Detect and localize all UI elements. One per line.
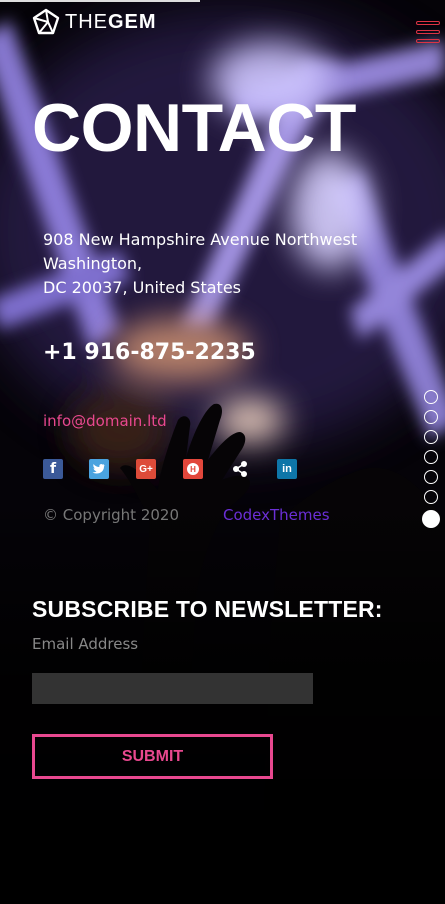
email-address-input[interactable] bbox=[32, 673, 313, 704]
hangouts-icon[interactable]: H bbox=[183, 459, 203, 479]
twitter-icon[interactable] bbox=[89, 459, 109, 479]
google-plus-icon[interactable]: G+ bbox=[136, 459, 156, 479]
page: THEGEM CONTACT 908 New Hampshire Avenue … bbox=[0, 0, 445, 904]
hamburger-menu-icon[interactable] bbox=[416, 21, 442, 51]
facebook-icon[interactable]: f bbox=[43, 459, 63, 479]
logo-text: THEGEM bbox=[65, 11, 157, 34]
newsletter-title: SUBSCRIBE TO NEWSLETTER: bbox=[32, 596, 383, 622]
copyright-text: © Copyright 2020 bbox=[43, 506, 180, 524]
address-line: DC 20037, United States bbox=[43, 278, 241, 297]
logo-text-prefix: THE bbox=[65, 10, 108, 33]
page-dot[interactable] bbox=[424, 430, 438, 444]
top-accent-line bbox=[0, 0, 200, 2]
page-dot[interactable] bbox=[424, 490, 438, 504]
page-dot[interactable] bbox=[424, 450, 438, 464]
twitter-bird-icon bbox=[92, 464, 105, 474]
logo-text-bold: GEM bbox=[108, 10, 157, 33]
email-address-label: Email Address bbox=[32, 635, 139, 653]
page-title: CONTACT bbox=[32, 90, 356, 166]
menu-bar bbox=[416, 30, 440, 34]
share-glyph-icon bbox=[233, 461, 247, 477]
address-line: Washington, bbox=[43, 254, 143, 273]
credit-link[interactable]: CodexThemes bbox=[223, 506, 330, 524]
page-dot[interactable] bbox=[424, 470, 438, 484]
gem-logo-icon bbox=[32, 8, 60, 35]
submit-button[interactable]: SUBMIT bbox=[32, 734, 273, 779]
menu-bar bbox=[416, 21, 440, 25]
linkedin-icon[interactable]: in bbox=[277, 459, 297, 479]
page-dots bbox=[422, 390, 440, 534]
phone-number[interactable]: +1 916-875-2235 bbox=[43, 340, 256, 365]
hangouts-glyph: H bbox=[187, 463, 199, 475]
page-dot[interactable] bbox=[424, 390, 438, 404]
address-line: 908 New Hampshire Avenue Northwest bbox=[43, 230, 358, 249]
menu-bar bbox=[416, 39, 440, 43]
page-dot-active[interactable] bbox=[422, 510, 440, 528]
share-icon[interactable] bbox=[230, 459, 250, 479]
email-link[interactable]: info@domain.ltd bbox=[43, 412, 167, 430]
page-dot[interactable] bbox=[424, 410, 438, 424]
logo[interactable]: THEGEM bbox=[31, 8, 157, 36]
address: 908 New Hampshire Avenue Northwest Washi… bbox=[43, 228, 357, 300]
